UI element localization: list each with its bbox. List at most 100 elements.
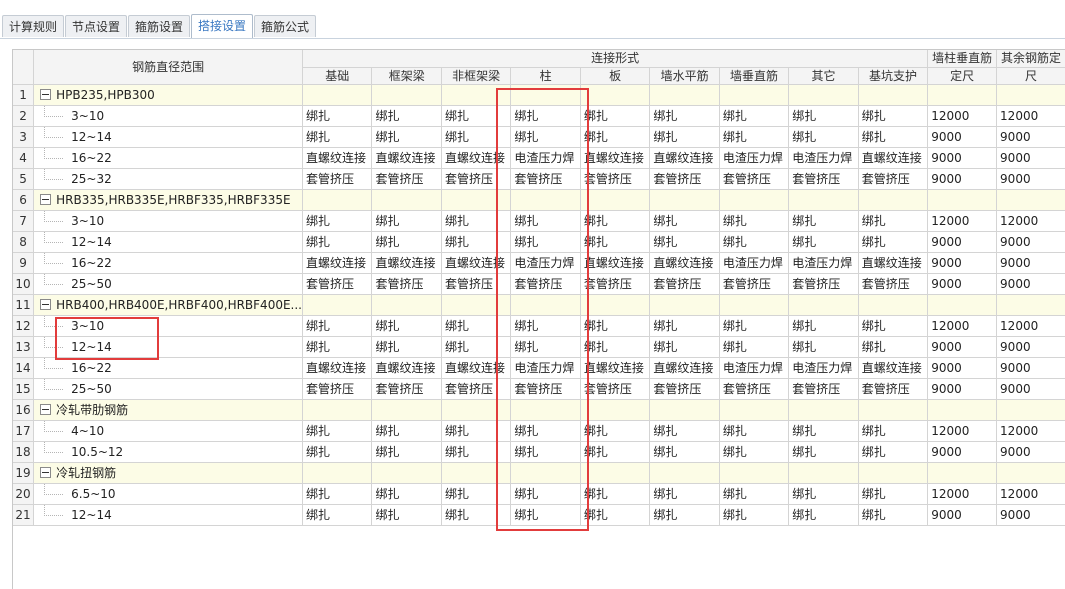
connection-cell[interactable]: 绑扎	[302, 126, 373, 148]
connection-cell[interactable]: 直螺纹连接	[441, 252, 512, 274]
other-length-cell[interactable]: 9000	[996, 441, 1065, 463]
wall-length-cell[interactable]	[927, 462, 998, 484]
connection-cell[interactable]: 套管挤压	[441, 273, 512, 295]
diameter-range-cell[interactable]: 16~22	[33, 357, 303, 379]
connection-cell[interactable]: 套管挤压	[649, 378, 720, 400]
table-row[interactable]: 3 12~14 绑扎 绑扎 绑扎 绑扎 绑扎 绑扎 绑扎 绑扎 绑扎 9000 9000	[13, 126, 1065, 148]
table-row[interactable]: 12 3~10 绑扎 绑扎 绑扎 绑扎 绑扎 绑扎 绑扎 绑扎 绑扎 12000 12000	[13, 315, 1065, 337]
connection-cell[interactable]: 套管挤压	[788, 168, 859, 190]
wall-length-cell[interactable]: 9000	[927, 336, 998, 358]
connection-cell[interactable]	[441, 294, 512, 316]
connection-cell[interactable]: 绑扎	[371, 336, 442, 358]
connection-cell[interactable]	[649, 189, 720, 211]
connection-cell[interactable]: 电渣压力焊	[788, 357, 859, 379]
connection-cell[interactable]	[788, 84, 859, 106]
connection-cell[interactable]: 直螺纹连接	[580, 147, 651, 169]
connection-cell[interactable]: 绑扎	[580, 231, 651, 253]
diameter-range-cell[interactable]: 10.5~12	[33, 441, 303, 463]
wall-length-cell[interactable]: 9000	[927, 126, 998, 148]
connection-cell[interactable]: 电渣压力焊	[719, 357, 790, 379]
connection-cell[interactable]	[371, 399, 442, 421]
diameter-range-cell[interactable]: 12~14	[33, 336, 303, 358]
connection-cell[interactable]	[371, 84, 442, 106]
connection-cell[interactable]	[441, 399, 512, 421]
connection-cell[interactable]: 绑扎	[441, 210, 512, 232]
connection-cell[interactable]: 直螺纹连接	[302, 147, 373, 169]
connection-cell[interactable]: 绑扎	[719, 231, 790, 253]
connection-cell[interactable]: 直螺纹连接	[302, 252, 373, 274]
diameter-range-cell[interactable]: 3~10	[33, 315, 303, 337]
wall-length-cell[interactable]	[927, 189, 998, 211]
connection-cell[interactable]	[649, 399, 720, 421]
connection-cell[interactable]	[858, 462, 929, 484]
connection-cell[interactable]: 绑扎	[788, 315, 859, 337]
connection-cell[interactable]: 绑扎	[441, 231, 512, 253]
connection-cell[interactable]: 绑扎	[302, 105, 373, 127]
wall-length-cell[interactable]	[927, 84, 998, 106]
connection-cell[interactable]: 绑扎	[441, 315, 512, 337]
other-length-cell[interactable]: 9000	[996, 231, 1065, 253]
connection-cell[interactable]: 绑扎	[719, 126, 790, 148]
connection-cell[interactable]	[510, 294, 581, 316]
connection-cell[interactable]: 绑扎	[510, 210, 581, 232]
other-length-cell[interactable]: 9000	[996, 168, 1065, 190]
diameter-range-cell[interactable]: 3~10	[33, 210, 303, 232]
connection-cell[interactable]	[858, 294, 929, 316]
connection-cell[interactable]: 套管挤压	[858, 378, 929, 400]
tab-stirrup-formula[interactable]: 箍筋公式	[254, 15, 316, 37]
connection-cell[interactable]	[580, 84, 651, 106]
other-length-cell[interactable]: 12000	[996, 105, 1065, 127]
connection-cell[interactable]	[580, 399, 651, 421]
connection-cell[interactable]: 绑扎	[441, 336, 512, 358]
connection-cell[interactable]: 电渣压力焊	[510, 147, 581, 169]
connection-cell[interactable]: 套管挤压	[580, 378, 651, 400]
connection-cell[interactable]	[649, 84, 720, 106]
connection-cell[interactable]: 绑扎	[649, 420, 720, 442]
connection-cell[interactable]	[649, 462, 720, 484]
connection-cell[interactable]: 套管挤压	[371, 168, 442, 190]
connection-cell[interactable]: 绑扎	[719, 441, 790, 463]
connection-cell[interactable]: 直螺纹连接	[302, 357, 373, 379]
table-row[interactable]: 10 25~50 套管挤压 套管挤压 套管挤压 套管挤压 套管挤压 套管挤压 套管挤压 套管挤压套…	[13, 273, 1065, 295]
connection-cell[interactable]: 绑扎	[510, 126, 581, 148]
connection-cell[interactable]: 电渣压力焊	[510, 252, 581, 274]
connection-cell[interactable]: 绑扎	[371, 231, 442, 253]
connection-cell[interactable]: 绑扎	[510, 483, 581, 505]
connection-cell[interactable]: 套管挤压	[510, 168, 581, 190]
diameter-range-cell[interactable]: 12~14	[33, 126, 303, 148]
connection-cell[interactable]: 绑扎	[858, 336, 929, 358]
connection-cell[interactable]: 套管挤压	[580, 168, 651, 190]
connection-cell[interactable]: 套管挤压	[719, 168, 790, 190]
connection-cell[interactable]: 套管挤压	[510, 273, 581, 295]
connection-cell[interactable]	[510, 399, 581, 421]
connection-cell[interactable]	[580, 294, 651, 316]
wall-length-cell[interactable]: 9000	[927, 168, 998, 190]
connection-cell[interactable]: 绑扎	[580, 441, 651, 463]
connection-cell[interactable]: 绑扎	[580, 420, 651, 442]
connection-cell[interactable]: 绑扎	[649, 126, 720, 148]
connection-cell[interactable]	[649, 294, 720, 316]
connection-cell[interactable]: 绑扎	[858, 441, 929, 463]
connection-cell[interactable]: 绑扎	[858, 315, 929, 337]
connection-cell[interactable]: 电渣压力焊	[510, 357, 581, 379]
table-row[interactable]: 7 3~10 绑扎 绑扎 绑扎 绑扎 绑扎 绑扎 绑扎 绑扎 绑扎 12000 12000	[13, 210, 1065, 232]
connection-cell[interactable]: 直螺纹连接	[858, 357, 929, 379]
other-length-cell[interactable]: 9000	[996, 336, 1065, 358]
other-length-cell[interactable]	[996, 189, 1065, 211]
connection-cell[interactable]: 绑扎	[580, 315, 651, 337]
other-length-cell[interactable]: 9000	[996, 147, 1065, 169]
connection-cell[interactable]	[719, 84, 790, 106]
other-length-cell[interactable]: 12000	[996, 210, 1065, 232]
connection-cell[interactable]: 绑扎	[510, 315, 581, 337]
connection-cell[interactable]: 套管挤压	[580, 273, 651, 295]
connection-cell[interactable]: 绑扎	[649, 483, 720, 505]
connection-cell[interactable]: 直螺纹连接	[649, 252, 720, 274]
connection-cell[interactable]: 绑扎	[510, 504, 581, 526]
connection-cell[interactable]: 绑扎	[302, 315, 373, 337]
connection-cell[interactable]	[302, 84, 373, 106]
connection-cell[interactable]	[441, 189, 512, 211]
connection-cell[interactable]: 绑扎	[858, 126, 929, 148]
connection-cell[interactable]: 套管挤压	[441, 378, 512, 400]
wall-length-cell[interactable]: 9000	[927, 504, 998, 526]
connection-cell[interactable]: 绑扎	[788, 231, 859, 253]
